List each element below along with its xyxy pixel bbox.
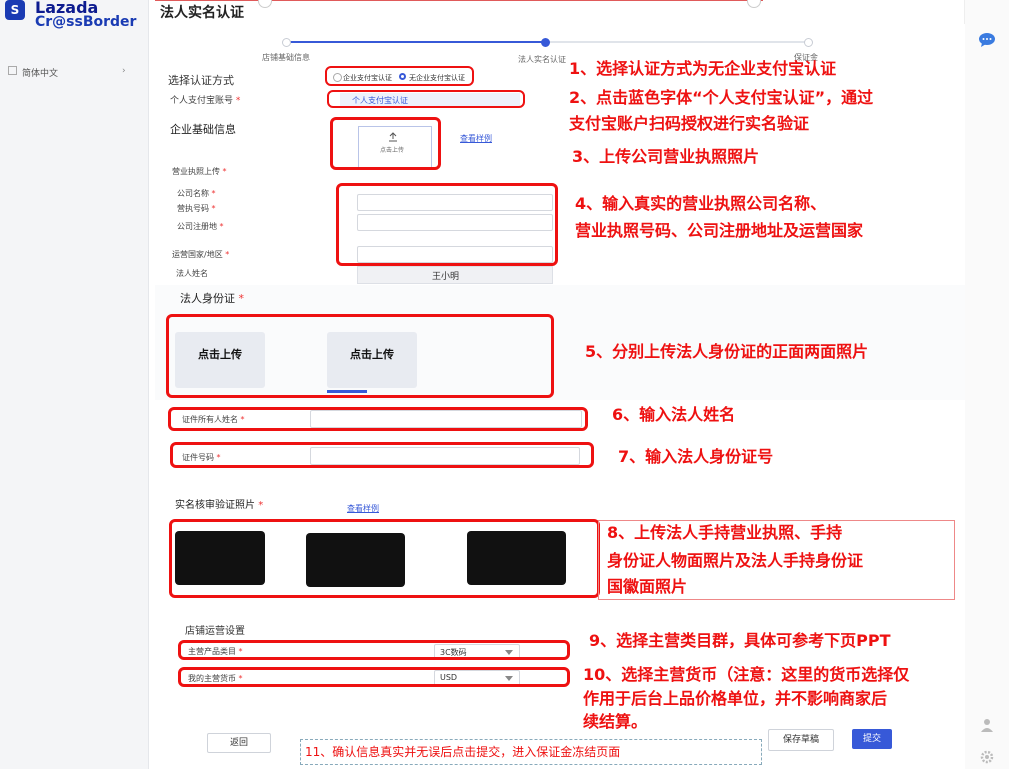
annotation-11: 11、确认信息真实并无误后点击提交，进入保证金冻结页面: [305, 745, 621, 759]
annotation-2-line1: 2、点击蓝色字体“个人支付宝认证”，通过: [569, 88, 874, 107]
annotation-9: 9、选择主营类目群，具体可参考下页PPT: [589, 631, 891, 650]
scroll-handle-right: [747, 0, 761, 8]
annotation-10-line1: 10、选择主营货币（注意：这里的货币选择仅: [583, 665, 910, 684]
company-info-title: 企业基础信息: [170, 123, 236, 136]
page-title: 法人实名认证: [160, 5, 244, 21]
annotation-7: 7、输入法人身份证号: [618, 447, 774, 466]
highlight-company-fields: [336, 183, 558, 266]
annotation-10-line3: 续结算。: [583, 712, 648, 731]
stepper-progress: [286, 41, 544, 43]
personal-alipay-label: 个人支付宝账号 *: [170, 96, 241, 106]
verify-sample-link[interactable]: 查看样例: [347, 503, 379, 514]
chevron-right-icon[interactable]: ›: [122, 66, 126, 76]
reg-address-label: 公司注册地 *: [177, 222, 224, 231]
id-section-title: 法人身份证 *: [180, 292, 244, 305]
highlight-main-currency: [178, 667, 570, 687]
highlight-license-upload: [330, 117, 441, 170]
annotation-6: 6、输入法人姓名: [612, 405, 736, 424]
save-draft-button[interactable]: 保存草稿: [768, 729, 834, 751]
auth-method-label: 选择认证方式: [168, 74, 234, 87]
annotation-10-line2: 作用于后台上品价格单位，并不影响商家后: [583, 689, 888, 708]
highlight-id-upload: [166, 314, 554, 398]
submit-button[interactable]: 提交: [852, 729, 892, 749]
top-divider: [155, 0, 763, 1]
annotation-5: 5、分别上传法人身份证的正面两面照片: [585, 342, 869, 361]
country-label: 运营国家/地区 *: [172, 250, 230, 259]
step-dot-1: [282, 38, 291, 47]
highlight-verify-photos: [169, 519, 600, 598]
annotation-4-line1: 4、输入真实的营业执照公司名称、: [575, 194, 827, 213]
sidebar: S Lazada Cr@ssBorder 简体中文 ›: [0, 0, 149, 769]
user-icon[interactable]: [980, 718, 994, 732]
license-upload-label: 营业执照上传 *: [172, 167, 227, 176]
license-sample-link[interactable]: 查看样例: [460, 133, 492, 144]
verify-photo-title: 实名核审验证照片 *: [175, 500, 264, 511]
annotation-3: 3、上传公司营业执照照片: [572, 147, 760, 166]
store-ops-title: 店铺运营设置: [185, 626, 245, 637]
annotation-8-line1: 8、上传法人手持营业执照、手持: [607, 523, 843, 542]
back-button[interactable]: 返回: [207, 733, 271, 753]
scroll-handle-left: [258, 0, 272, 8]
gear-icon[interactable]: [980, 750, 994, 764]
annotation-2-line2: 支付宝账户扫码授权进行实名验证: [569, 114, 810, 133]
annotation-8-line2: 身份证人物面照片及法人手持身份证: [607, 551, 864, 570]
highlight-personal-alipay: [327, 90, 525, 108]
annotation-4-line2: 营业执照号码、公司注册地址及运营国家: [575, 221, 864, 240]
legal-name-label: 法人姓名: [176, 269, 208, 278]
chat-bubble-icon[interactable]: [978, 32, 996, 48]
annotation-1: 1、选择认证方式为无企业支付宝认证: [569, 59, 837, 78]
license-no-label: 营执号码 *: [177, 204, 216, 213]
legal-name-value: 王小明: [432, 272, 460, 282]
highlight-id-owner: [168, 407, 588, 431]
step-label-1: 店铺基础信息: [262, 53, 310, 62]
step-dot-2: [541, 38, 550, 47]
lazada-logo-icon: S: [5, 0, 25, 20]
step-label-2: 法人实名认证: [518, 55, 566, 64]
highlight-main-category: [178, 640, 570, 660]
highlight-id-number: [170, 442, 594, 468]
language-selector[interactable]: 简体中文: [22, 66, 58, 79]
highlight-auth-method: [325, 66, 474, 86]
right-toolbar: [964, 0, 1009, 769]
brand-sub: Cr@ssBorder: [35, 14, 137, 30]
language-icon: [8, 66, 17, 75]
company-name-label: 公司名称 *: [177, 189, 216, 198]
annotation-8-line3: 国徽面照片: [607, 577, 688, 596]
step-dot-3: [804, 38, 813, 47]
